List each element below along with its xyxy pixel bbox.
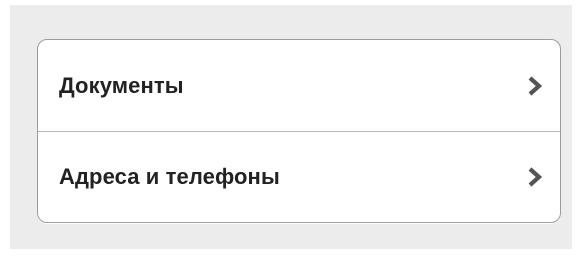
menu-item-label: Документы (59, 72, 184, 98)
menu-item-documents[interactable]: Документы (38, 40, 560, 131)
menu-item-label: Адреса и телефоны (59, 164, 280, 189)
chevron-right-icon (528, 167, 543, 187)
page-background: Документы Адреса и телефоны (10, 5, 572, 249)
menu-item-addresses-phones[interactable]: Адреса и телефоны (38, 131, 560, 222)
chevron-right-icon (528, 75, 543, 96)
menu-list: Документы Адреса и телефоны (37, 39, 561, 223)
